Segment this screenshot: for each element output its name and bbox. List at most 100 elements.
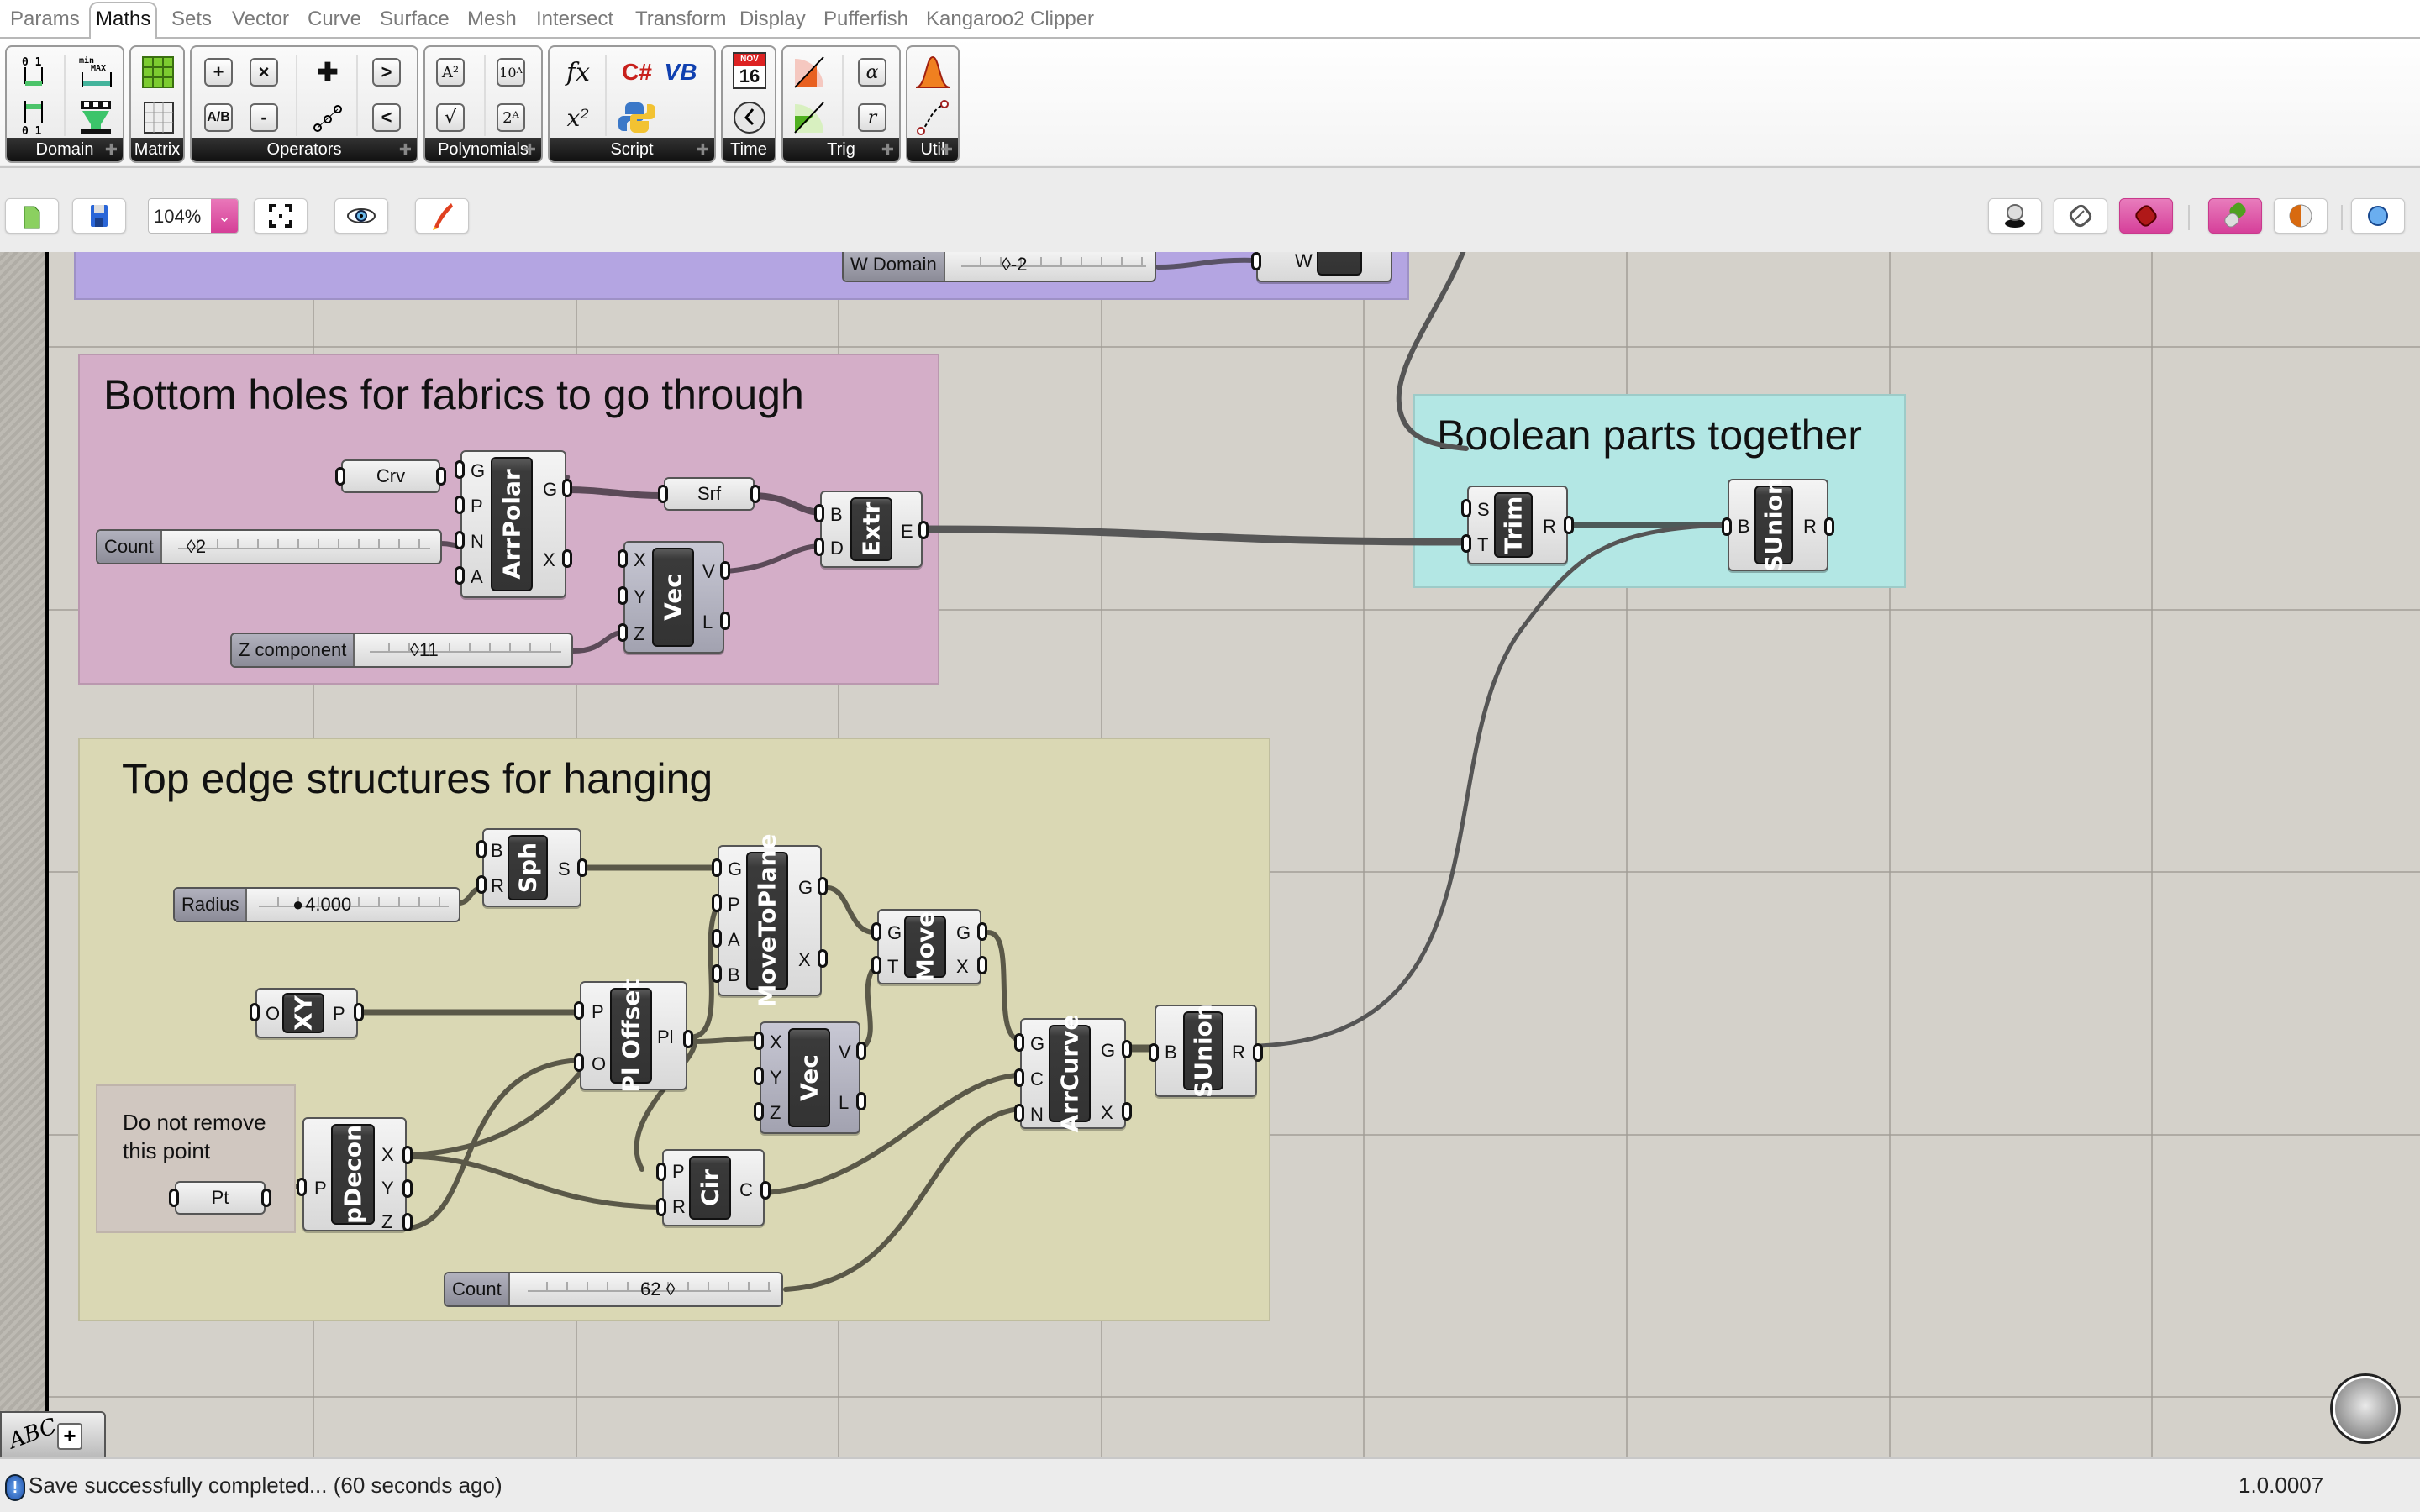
degrees-icon[interactable]: α	[858, 58, 886, 87]
panel-util-label[interactable]: Util ✚	[908, 138, 958, 161]
input-grip[interactable]	[455, 460, 465, 479]
input-grip[interactable]	[618, 623, 628, 642]
output-grip[interactable]	[261, 1189, 271, 1207]
tab-maths[interactable]: Maths	[89, 2, 158, 39]
slider-track[interactable]	[961, 257, 1146, 267]
panel-trig-label[interactable]: Trig ✚	[783, 138, 899, 161]
deconstruct-point-component[interactable]: P pDecon X Y Z	[297, 1117, 413, 1232]
solid-union-component-2[interactable]: B SUnion R	[1149, 1004, 1263, 1098]
output-grip[interactable]	[562, 549, 572, 568]
output-grip[interactable]	[577, 858, 587, 877]
input-grip[interactable]	[455, 566, 465, 585]
input-grip[interactable]	[1251, 252, 1261, 270]
vb-icon[interactable]: VB	[662, 54, 699, 91]
mass-addition-icon[interactable]: ✚	[309, 54, 346, 91]
input-grip[interactable]	[1461, 499, 1471, 517]
output-grip[interactable]	[720, 612, 730, 630]
expand-icon[interactable]: ✚	[105, 138, 118, 161]
tab-transform[interactable]: Transform	[630, 7, 731, 39]
input-grip[interactable]	[1461, 534, 1471, 553]
count-slider-2[interactable]: Count 62 ◊	[444, 1272, 783, 1307]
expression-icon[interactable]: fx	[560, 54, 597, 91]
deconstruct-domain-icon[interactable]: 0 1	[17, 99, 54, 136]
division-icon[interactable]: A/B	[204, 103, 233, 132]
tab-mesh[interactable]: Mesh	[462, 7, 522, 39]
input-grip[interactable]	[712, 964, 722, 983]
input-grip[interactable]	[1149, 1043, 1159, 1062]
csharp-icon[interactable]: C#	[618, 54, 655, 91]
input-grip[interactable]	[250, 1003, 260, 1021]
extrude-component[interactable]: B D Extr E	[814, 491, 929, 568]
tab-curve[interactable]: Curve	[302, 7, 366, 39]
sine-icon[interactable]	[792, 54, 829, 91]
input-grip[interactable]	[754, 1067, 764, 1085]
addition-icon[interactable]: +	[204, 58, 233, 87]
vector-xyz-component-2[interactable]: X Y Z Vec V L	[754, 1021, 866, 1134]
w-domain-slider[interactable]: W Domain ◊-2	[842, 252, 1156, 282]
srf-param[interactable]: Srf	[658, 477, 760, 511]
output-grip[interactable]	[977, 956, 987, 974]
crv-param[interactable]: Crv	[335, 459, 446, 493]
clock-icon[interactable]	[731, 99, 768, 136]
tab-sets[interactable]: Sets	[166, 7, 217, 39]
tab-params[interactable]: Params	[5, 7, 85, 39]
calendar-icon[interactable]: NOV 16	[731, 52, 768, 89]
trim-component[interactable]: S T Trim R	[1461, 486, 1574, 564]
panel-time-label[interactable]: Time	[723, 138, 775, 161]
preview-shaded-button[interactable]	[2119, 198, 2173, 234]
output-grip[interactable]	[436, 467, 446, 486]
sphere-component[interactable]: B R Sph S	[476, 828, 587, 907]
tab-surface[interactable]: Surface	[375, 7, 455, 39]
document-preview-button[interactable]	[2351, 198, 2405, 234]
radians-icon[interactable]: r	[858, 103, 886, 132]
construct-domain-icon[interactable]: 0 1	[17, 54, 54, 91]
count-slider[interactable]: Count ◊2	[96, 529, 442, 564]
output-grip[interactable]	[856, 1042, 866, 1060]
gaussian-icon[interactable]	[914, 54, 951, 91]
input-grip[interactable]	[455, 531, 465, 549]
expand-icon[interactable]: ✚	[523, 138, 536, 161]
zoom-level-dropdown[interactable]: 104% ⌄	[148, 198, 239, 234]
tab-intersect[interactable]: Intersect	[531, 7, 618, 39]
solid-union-component[interactable]: B SUnion R	[1722, 478, 1834, 572]
panel-matrix-label[interactable]: Matrix	[131, 138, 183, 161]
expand-icon[interactable]: ✚	[399, 138, 412, 161]
panel-script-label[interactable]: Script ✚	[550, 138, 714, 161]
larger-than-icon[interactable]: >	[372, 58, 401, 87]
grasshopper-canvas[interactable]: Bottom holes for fabrics to go through B…	[0, 252, 2420, 1457]
output-grip[interactable]	[354, 1003, 364, 1021]
panel-operators-label[interactable]: Operators ✚	[192, 138, 417, 161]
panel-domain-label[interactable]: Domain ✚	[7, 138, 123, 161]
output-grip[interactable]	[720, 561, 730, 580]
bounds-icon[interactable]	[77, 99, 114, 136]
multiplication-icon[interactable]: ×	[250, 58, 278, 87]
matrix-icon[interactable]	[139, 54, 176, 91]
open-file-button[interactable]	[5, 198, 59, 234]
output-grip[interactable]	[977, 922, 987, 941]
input-grip[interactable]	[297, 1178, 307, 1196]
smaller-than-icon[interactable]: <	[372, 103, 401, 132]
input-grip[interactable]	[656, 1163, 666, 1181]
python-icon[interactable]	[618, 99, 655, 136]
output-grip[interactable]	[1122, 1102, 1132, 1121]
input-grip[interactable]	[712, 858, 722, 877]
vector-xyz-component[interactable]: X Y Z Vec V L	[618, 541, 730, 654]
output-grip[interactable]	[760, 1181, 771, 1200]
input-grip[interactable]	[754, 1032, 764, 1050]
power-of-2-icon[interactable]: 2ᴬ	[497, 103, 525, 132]
output-grip[interactable]	[683, 1030, 693, 1048]
input-grip[interactable]	[814, 538, 824, 556]
slider-track[interactable]	[370, 643, 561, 653]
abc-icon[interactable]: ABC	[6, 1414, 60, 1454]
input-grip[interactable]	[712, 894, 722, 912]
arrpolar-component[interactable]: G P N A ArrPolar G X	[455, 450, 572, 598]
input-grip[interactable]	[871, 922, 881, 941]
chevron-down-icon[interactable]: ⌄	[211, 199, 238, 233]
move-to-plane-component[interactable]: G P A B MoveToPlane G X	[712, 834, 828, 1007]
xy-plane-component[interactable]: O XY P	[250, 988, 364, 1038]
tab-display[interactable]: Display	[734, 7, 811, 39]
output-grip[interactable]	[1122, 1040, 1132, 1058]
output-grip[interactable]	[750, 485, 760, 503]
output-grip[interactable]	[1253, 1043, 1263, 1062]
evaluate-icon[interactable]: x²	[560, 99, 597, 136]
